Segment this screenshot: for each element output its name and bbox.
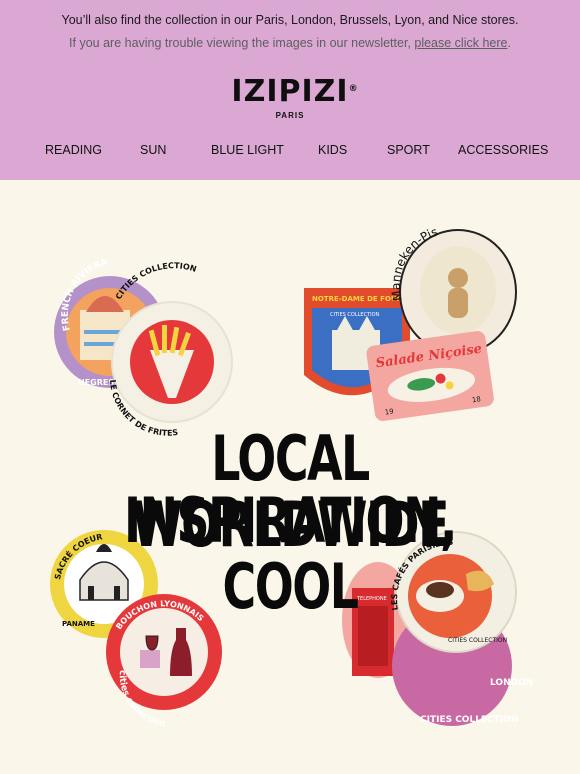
logo-registered: ® <box>348 84 359 94</box>
newsletter-lead: If you are having trouble viewing the im… <box>69 36 415 50</box>
newsletter-text: If you are having trouble viewing the im… <box>0 36 580 50</box>
sticker-cornet-frites: CITIES COLLECTION LE CORNET DE FRITES <box>108 261 233 438</box>
cafes-sub: CITIES COLLECTION <box>448 637 507 644</box>
hero-banner[interactable]: FRENCH RIVIERA NEGRESCO CITIES COLLECTIO… <box>0 180 580 774</box>
stores-text: You’ll also find the collection in our P… <box>61 13 519 27</box>
nav-kids[interactable]: KIDS <box>318 143 347 157</box>
london-tag: LONDON <box>490 678 533 688</box>
nav-accessories[interactable]: ACCESSORIES <box>458 143 548 157</box>
header: You’ll also find the collection in our P… <box>0 0 580 180</box>
logo-city: PARIS <box>275 111 305 120</box>
headline-line-2: WORLDWIDE COOL <box>131 488 450 623</box>
notre-dame-sub: CITIES COLLECTION <box>330 312 380 318</box>
nav-blue-light[interactable]: BLUE LIGHT <box>211 143 284 157</box>
salade-num1: 19 <box>384 407 394 416</box>
newsletter-end: . <box>507 36 511 50</box>
cafes-sub-bottom: CITIES COLLECTION <box>420 715 518 725</box>
newsletter-view-link[interactable]: please click here <box>414 36 507 50</box>
logo-wordmark: IZIPIZI ® <box>231 74 357 109</box>
logo-text: IZIPIZI <box>231 74 349 109</box>
brand-logo[interactable]: IZIPIZI ® PARIS <box>0 74 580 121</box>
salade-num2: 18 <box>471 395 481 404</box>
nav-sun[interactable]: SUN <box>140 143 166 157</box>
main-nav: READING SUN BLUE LIGHT KIDS SPORT ACCESS… <box>0 143 580 159</box>
nav-reading[interactable]: READING <box>45 143 102 157</box>
nav-sport[interactable]: SPORT <box>387 143 430 157</box>
sacre-sub: PANAME <box>62 620 95 628</box>
